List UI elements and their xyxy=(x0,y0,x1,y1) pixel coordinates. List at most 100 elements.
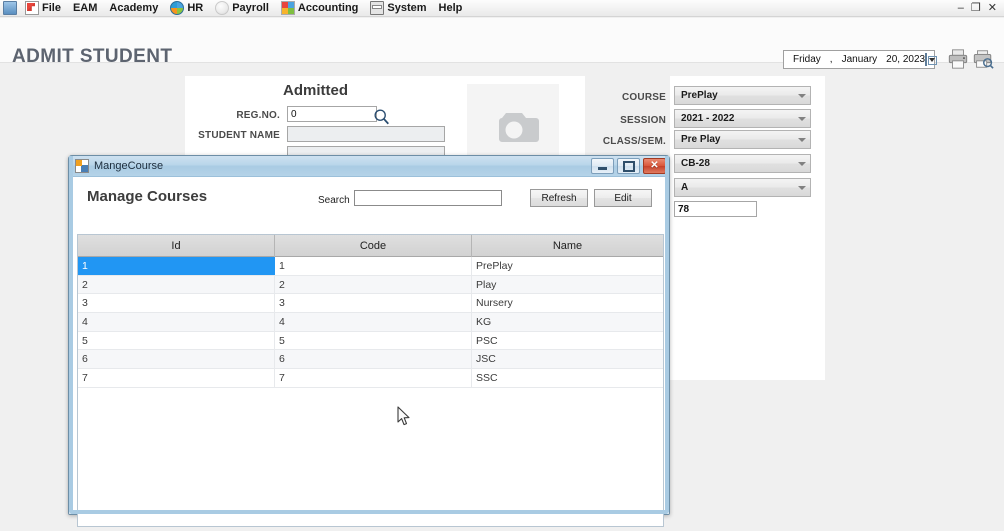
edit-button[interactable]: Edit xyxy=(594,189,652,207)
menu-item-file-label: File xyxy=(42,2,61,14)
cell-name[interactable]: KG xyxy=(472,313,663,331)
search-icon[interactable] xyxy=(373,108,391,126)
application-window: File EAM Academy HR Payroll Accounting S… xyxy=(0,0,1004,531)
cell-code[interactable]: 6 xyxy=(275,350,472,369)
refresh-button[interactable]: Refresh xyxy=(530,189,588,207)
section-code-combo[interactable]: CB-28 xyxy=(674,154,811,173)
table-row[interactable]: 5 5 PSC xyxy=(78,331,663,351)
course-label: COURSE xyxy=(622,92,666,103)
window-system-icon xyxy=(3,1,17,15)
student-name-label: STUDENT NAME xyxy=(198,130,280,141)
cell-id[interactable]: 2 xyxy=(78,275,275,294)
table-row[interactable]: 4 4 KG xyxy=(78,313,663,332)
chevron-down-icon xyxy=(798,185,806,190)
search-input[interactable] xyxy=(354,190,502,206)
chevron-down-icon xyxy=(798,116,806,121)
page-title: ADMIT STUDENT xyxy=(12,46,173,67)
session-label: SESSION xyxy=(620,115,666,126)
column-header-id[interactable]: Id xyxy=(78,235,275,257)
table-row[interactable]: 6 6 JSC xyxy=(78,350,663,370)
date-weekday: Friday xyxy=(793,54,821,65)
chevron-down-icon xyxy=(798,161,806,166)
cell-id[interactable]: 3 xyxy=(78,294,275,313)
chevron-down-icon xyxy=(798,137,806,142)
restore-button[interactable]: ❐ xyxy=(971,3,981,14)
menu-item-hr-label: HR xyxy=(187,2,204,14)
menu-item-academy[interactable]: Academy xyxy=(103,0,164,17)
menu-item-eam[interactable]: EAM xyxy=(67,0,103,17)
cell-name[interactable]: Nursery xyxy=(472,294,663,312)
roll-number-input[interactable]: 78 xyxy=(674,201,757,217)
menu-item-system[interactable]: System xyxy=(364,0,432,17)
cell-code[interactable]: 7 xyxy=(275,369,472,387)
cell-name[interactable]: SSC xyxy=(472,369,663,387)
student-name-input[interactable] xyxy=(287,126,445,142)
menu-item-accounting-label: Accounting xyxy=(297,2,359,14)
table-row[interactable]: 1 1 PrePlay xyxy=(78,257,663,276)
printer-icon[interactable] xyxy=(947,48,969,70)
cell-id[interactable]: 5 xyxy=(78,331,275,350)
hr-globe-icon xyxy=(170,1,185,15)
cell-id[interactable]: 6 xyxy=(78,350,275,369)
chevron-down-icon xyxy=(798,93,806,98)
section-combo[interactable]: A xyxy=(674,178,811,197)
menu-item-academy-label: Academy xyxy=(109,2,159,14)
cell-id[interactable]: 4 xyxy=(78,313,275,331)
table-row[interactable]: 7 7 SSC xyxy=(78,369,663,388)
cell-id[interactable]: 1 xyxy=(78,257,275,275)
cell-name[interactable]: PrePlay xyxy=(472,257,663,275)
cell-code[interactable]: 2 xyxy=(275,275,472,294)
class-sem-label: CLASS/SEM. xyxy=(602,136,666,147)
menu-item-hr[interactable]: HR xyxy=(164,0,209,17)
menu-item-accounting[interactable]: Accounting xyxy=(275,0,365,17)
cell-code[interactable]: 5 xyxy=(275,331,472,350)
menu-item-help-label: Help xyxy=(438,2,463,14)
table-row[interactable]: 2 2 Play xyxy=(78,275,663,295)
cell-code[interactable]: 3 xyxy=(275,294,472,313)
date-picker-text: Friday , January 20, 2023 xyxy=(784,54,925,65)
menu-item-help[interactable]: Help xyxy=(433,0,469,17)
cell-name[interactable]: JSC xyxy=(472,350,663,368)
restore-icon[interactable] xyxy=(617,158,640,174)
menu-item-payroll[interactable]: Payroll xyxy=(209,0,275,17)
search-label: Search xyxy=(318,195,350,206)
date-month: January xyxy=(841,54,878,65)
cell-code[interactable]: 4 xyxy=(275,313,472,331)
dialog-title: MangeCourse xyxy=(94,160,164,172)
course-combo[interactable]: PrePlay xyxy=(674,86,811,105)
menu-item-eam-label: EAM xyxy=(72,2,98,14)
column-header-name[interactable]: Name xyxy=(472,235,663,257)
grid-header-row: Id Code Name xyxy=(78,235,663,257)
section-code-combo-value: CB-28 xyxy=(681,158,710,169)
date-picker[interactable]: Friday , January 20, 2023 xyxy=(783,50,938,69)
reg-no-input[interactable]: 0 xyxy=(287,106,377,122)
calendar-icon[interactable] xyxy=(925,53,938,66)
admitted-section-title: Admitted xyxy=(283,82,348,99)
section-combo-value: A xyxy=(681,182,689,193)
dialog-title-bar[interactable]: MangeCourse ✕ xyxy=(69,156,669,177)
cell-code[interactable]: 1 xyxy=(275,257,472,275)
minimize-button[interactable]: – xyxy=(958,3,964,14)
menu-bar: File EAM Academy HR Payroll Accounting S… xyxy=(0,0,1004,17)
close-button[interactable]: ✕ xyxy=(988,3,997,14)
session-combo[interactable]: 2021 - 2022 xyxy=(674,109,811,128)
dialog-window-controls: ✕ xyxy=(591,158,666,174)
close-icon[interactable]: ✕ xyxy=(643,158,666,174)
payroll-icon xyxy=(215,1,230,15)
form-icon xyxy=(75,159,89,173)
cell-id[interactable]: 7 xyxy=(78,369,275,387)
main-window-controls: – ❐ ✕ xyxy=(958,0,1002,17)
column-header-code[interactable]: Code xyxy=(275,235,472,257)
class-sem-combo[interactable]: Pre Play xyxy=(674,130,811,149)
menu-item-file[interactable]: File xyxy=(19,0,67,17)
cell-name[interactable]: Play xyxy=(472,276,663,294)
course-combo-value: PrePlay xyxy=(681,90,718,101)
print-preview-icon[interactable] xyxy=(972,48,994,70)
cell-name[interactable]: PSC xyxy=(472,332,663,350)
date-comma: , xyxy=(829,54,833,65)
accounting-icon xyxy=(280,1,295,15)
system-icon xyxy=(370,1,385,15)
table-row[interactable]: 3 3 Nursery xyxy=(78,294,663,314)
minimize-icon[interactable] xyxy=(591,158,614,174)
courses-grid[interactable]: Id Code Name 1 1 PrePlay 2 2 Play 3 3 Nu… xyxy=(77,234,664,527)
